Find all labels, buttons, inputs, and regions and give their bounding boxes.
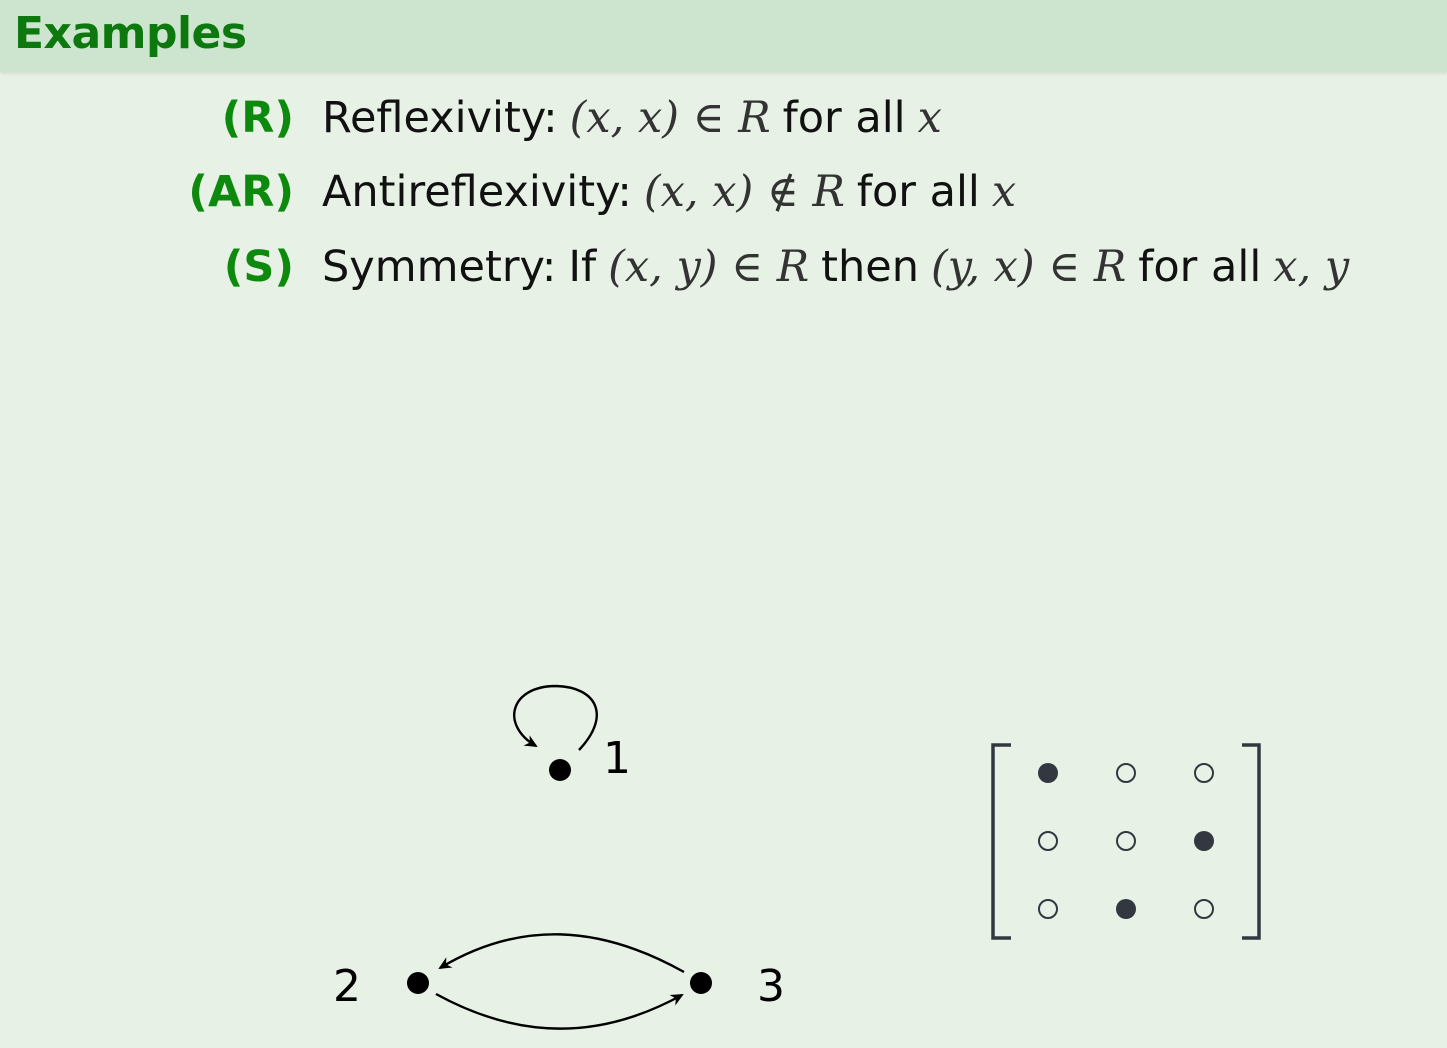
matrix-cell-empty	[1116, 763, 1136, 783]
matrix-cell-empty	[1038, 831, 1058, 851]
adjacency-matrix	[991, 743, 1261, 940]
matrix-left-bracket	[991, 743, 1011, 940]
matrix-cell-empty	[1194, 899, 1214, 919]
matrix-cell-empty	[1116, 831, 1136, 851]
matrix-cell-empty	[1038, 899, 1058, 919]
matrix-cell-filled	[1116, 899, 1136, 919]
matrix-cell-empty	[1194, 763, 1214, 783]
matrix-cell-filled	[1038, 763, 1058, 783]
matrix-cell-filled	[1194, 831, 1214, 851]
matrix-right-bracket	[1242, 743, 1261, 940]
